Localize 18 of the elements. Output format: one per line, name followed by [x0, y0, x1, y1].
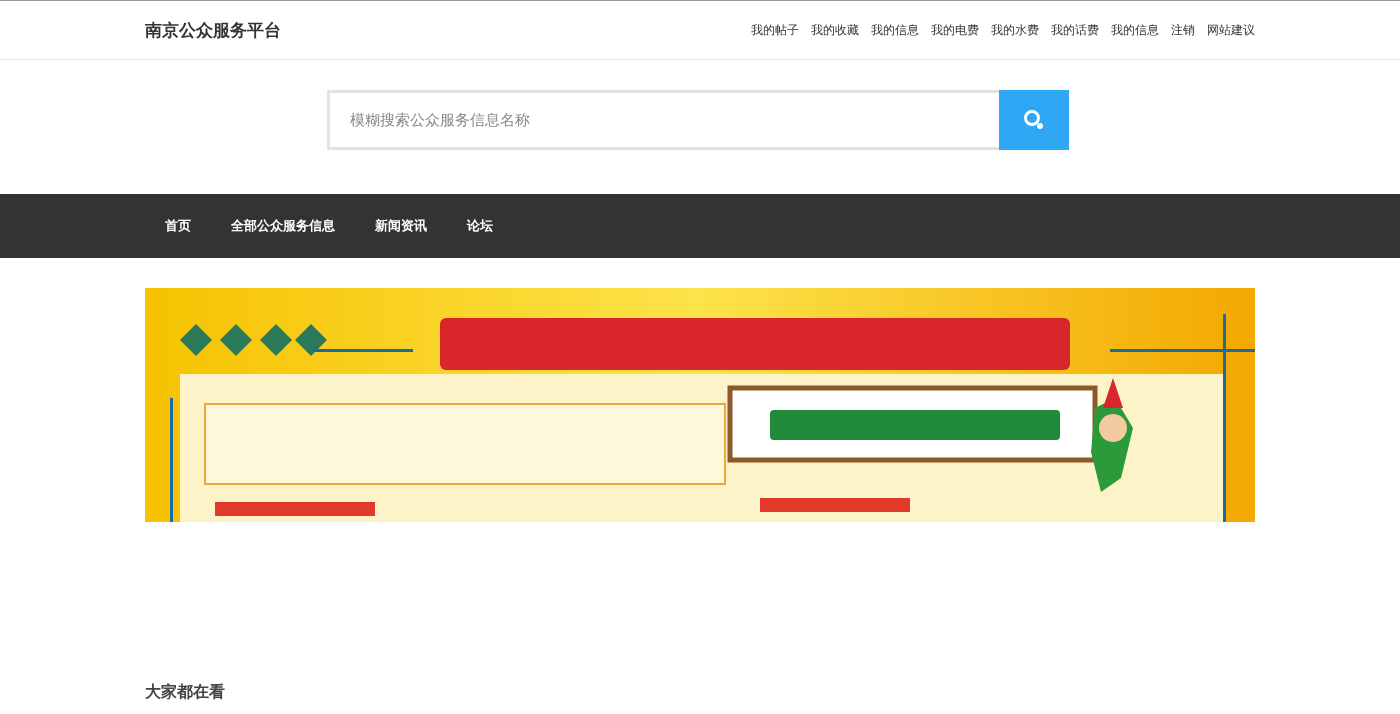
top-link[interactable]: 注销 — [1171, 21, 1195, 39]
nav-link[interactable]: 新闻资讯 — [375, 217, 427, 235]
site-title[interactable]: 南京公众服务平台 — [145, 18, 281, 42]
top-link[interactable]: 我的话费 — [1051, 21, 1099, 39]
top-link[interactable]: 我的信息 — [871, 21, 919, 39]
search-field[interactable]: 模糊搜索公众服务信息名称 — [327, 90, 999, 150]
top-link[interactable]: 我的电费 — [931, 21, 979, 39]
search-button[interactable] — [999, 90, 1069, 150]
top-link[interactable]: 我的帖子 — [751, 21, 799, 39]
top-link[interactable]: 我的收藏 — [811, 21, 859, 39]
nav-link[interactable]: 论坛 — [467, 217, 493, 235]
nav-link[interactable]: 全部公众服务信息 — [231, 217, 335, 235]
search-icon — [1023, 109, 1045, 131]
section-title: 大家都在看 — [145, 682, 226, 703]
top-link[interactable]: 我的水费 — [991, 21, 1039, 39]
nav-link[interactable]: 首页 — [165, 217, 191, 235]
top-link[interactable]: 我的信息 — [1111, 21, 1159, 39]
top-link[interactable]: 网站建议 — [1207, 21, 1255, 39]
